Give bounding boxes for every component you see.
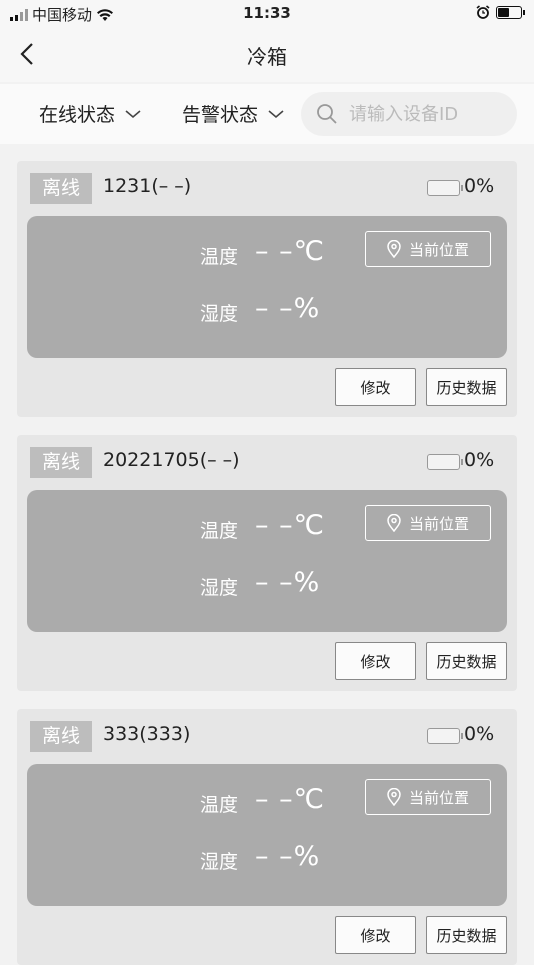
temperature-label: 温度 — [200, 520, 239, 542]
humidity-label: 湿度 — [200, 577, 239, 599]
current-location-button[interactable]: 当前位置 — [365, 231, 491, 267]
status-badge: 离线 — [30, 721, 92, 752]
device-name: 333(333) — [103, 723, 191, 745]
temperature-label: 温度 — [200, 794, 239, 816]
device-card: 离线 333(333) 0% 温度 – –℃ 湿度 – –% 当前位置 修改 历… — [17, 709, 517, 965]
device-id-search-input[interactable] — [347, 102, 511, 126]
clock: 11:33 — [243, 4, 291, 22]
edit-button[interactable]: 修改 — [335, 642, 416, 680]
battery-percent: 0% — [464, 449, 495, 471]
current-location-button[interactable]: 当前位置 — [365, 779, 491, 815]
humidity-value: – –% — [255, 293, 321, 324]
battery-percent: 0% — [464, 723, 495, 745]
device-name: 20221705(– –) — [103, 449, 240, 471]
battery-icon — [427, 454, 463, 470]
search-icon — [317, 104, 337, 124]
location-pin-icon — [387, 788, 401, 806]
status-badge: 离线 — [30, 447, 92, 478]
battery-percent: 0% — [464, 175, 495, 197]
location-button-label: 当前位置 — [408, 514, 469, 533]
battery-icon — [496, 5, 525, 19]
humidity-value: – –% — [255, 567, 321, 598]
temperature-value: – –℃ — [255, 236, 325, 267]
history-data-button[interactable]: 历史数据 — [426, 916, 507, 954]
chevron-down-icon — [268, 109, 284, 118]
status-bar: 中国移动 11:33 — [0, 0, 534, 28]
sensor-panel: 温度 – –℃ 湿度 – –% 当前位置 — [27, 216, 507, 358]
temperature-value: – –℃ — [255, 784, 325, 815]
battery-icon — [427, 180, 463, 196]
location-button-label: 当前位置 — [408, 240, 469, 259]
humidity-label: 湿度 — [200, 851, 239, 873]
chevron-down-icon — [125, 109, 141, 118]
humidity-label: 湿度 — [200, 303, 239, 325]
status-badge: 离线 — [30, 173, 92, 204]
current-location-button[interactable]: 当前位置 — [365, 505, 491, 541]
location-button-label: 当前位置 — [408, 788, 469, 807]
device-name: 1231(– –) — [103, 175, 192, 197]
nav-bar: 冷箱 — [0, 28, 534, 82]
humidity-value: – –% — [255, 841, 321, 872]
history-data-button[interactable]: 历史数据 — [426, 368, 507, 406]
edit-button[interactable]: 修改 — [335, 916, 416, 954]
edit-button[interactable]: 修改 — [335, 368, 416, 406]
battery-icon — [427, 728, 463, 744]
device-card: 离线 1231(– –) 0% 温度 – –℃ 湿度 – –% 当前位置 修改 … — [17, 161, 517, 417]
alarm-status-label: 告警状态 — [182, 104, 259, 126]
temperature-value: – –℃ — [255, 510, 325, 541]
online-status-label: 在线状态 — [39, 104, 116, 126]
location-pin-icon — [387, 240, 401, 258]
filter-bar: 在线状态 告警状态 — [0, 84, 534, 144]
page-title: 冷箱 — [247, 45, 287, 69]
online-status-filter[interactable]: 在线状态 — [39, 100, 141, 127]
alarm-status-filter[interactable]: 告警状态 — [182, 100, 284, 127]
sensor-panel: 温度 – –℃ 湿度 – –% 当前位置 — [27, 490, 507, 632]
search-box[interactable] — [301, 92, 517, 136]
history-data-button[interactable]: 历史数据 — [426, 642, 507, 680]
alarm-clock-icon — [476, 5, 490, 19]
temperature-label: 温度 — [200, 246, 239, 268]
device-card: 离线 20221705(– –) 0% 温度 – –℃ 湿度 – –% 当前位置… — [17, 435, 517, 691]
location-pin-icon — [387, 514, 401, 532]
sensor-panel: 温度 – –℃ 湿度 – –% 当前位置 — [27, 764, 507, 906]
